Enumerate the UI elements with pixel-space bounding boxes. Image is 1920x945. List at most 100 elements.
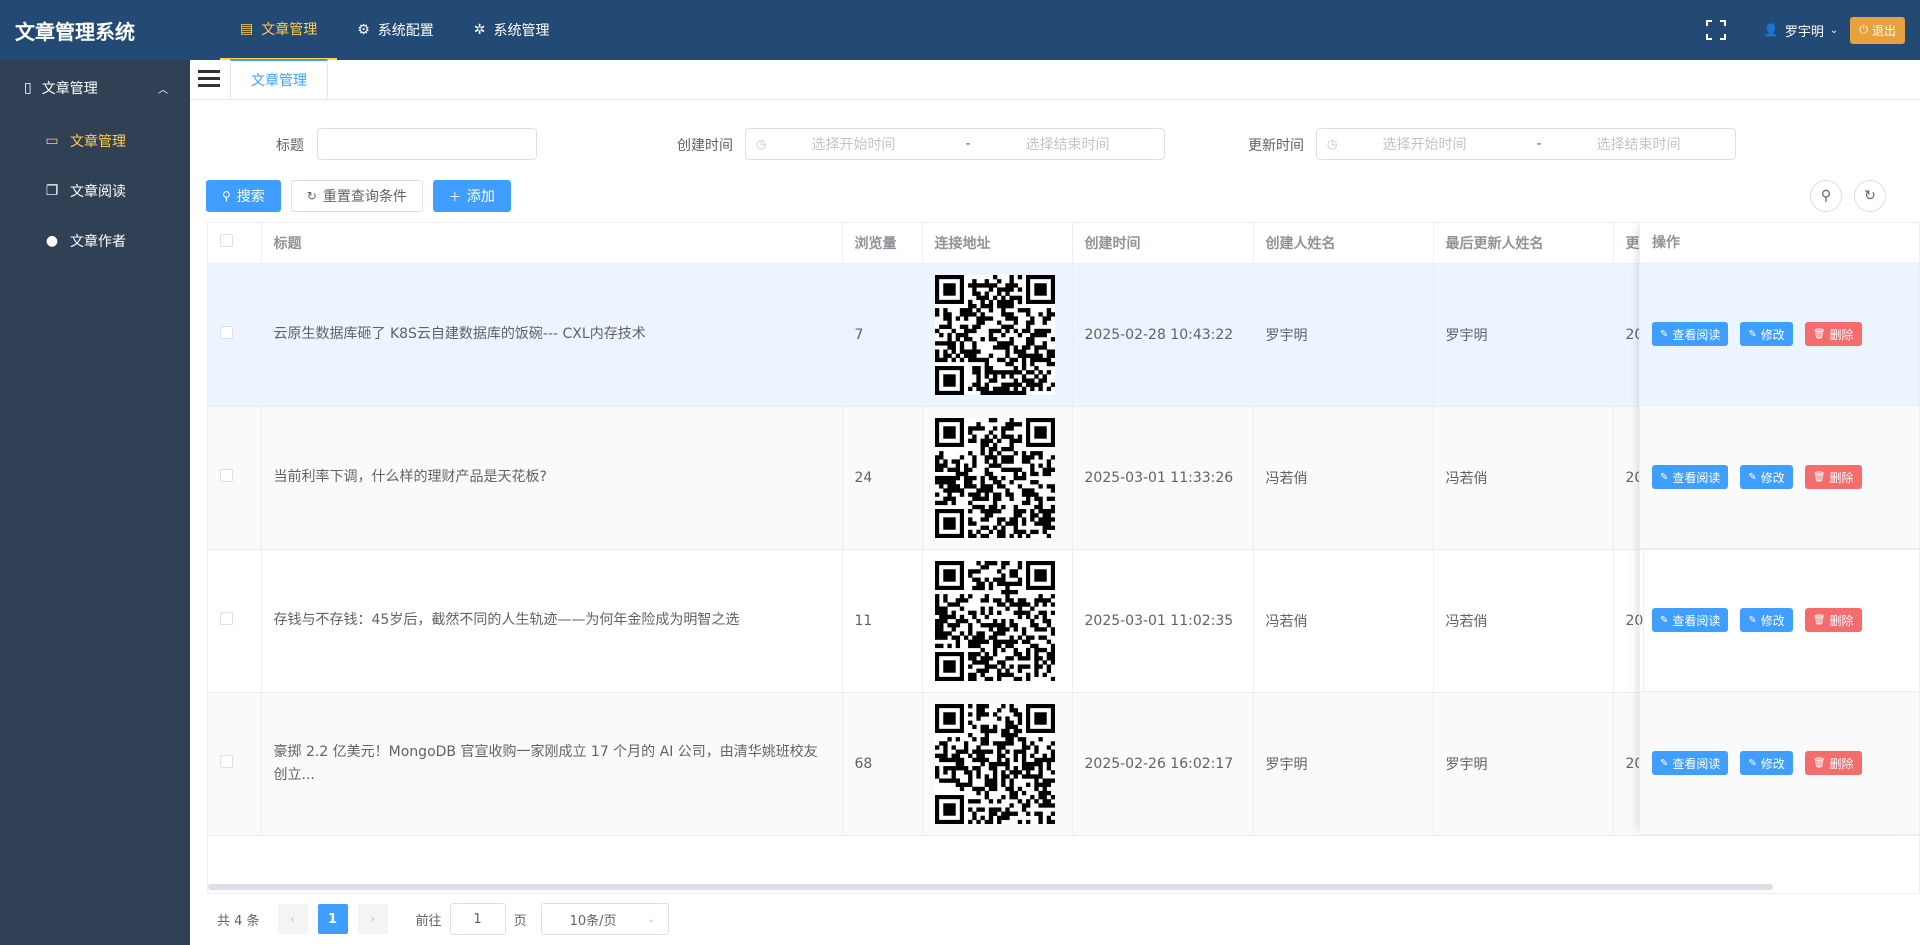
- actions-row: ✎ 查看阅读 ✎ 修改 🗑 删除: [1640, 406, 1919, 549]
- column-header-updater[interactable]: 最后更新人姓名: [1433, 223, 1614, 264]
- hamburger-icon[interactable]: [198, 70, 220, 90]
- book-icon: ❐: [45, 183, 59, 199]
- range-separator: -: [965, 136, 971, 152]
- view-reading-button[interactable]: ✎ 查看阅读: [1652, 465, 1729, 489]
- tab-article-management[interactable]: 文章管理: [230, 59, 328, 99]
- page-size-select[interactable]: 10条/页 ⌄: [540, 903, 669, 935]
- row-checkbox[interactable]: [220, 755, 233, 768]
- cell-created: 2025-02-26 16:02:17: [1072, 692, 1254, 836]
- edit-button[interactable]: ✎ 修改: [1740, 465, 1793, 489]
- delete-button[interactable]: 🗑 删除: [1804, 322, 1862, 346]
- row-checkbox[interactable]: [220, 469, 233, 482]
- search-form: 标题 创建时间 ◷ 选择开始时间 - 选择结束时间 更新时间 ◷ 选择开始时间 …: [190, 128, 1920, 160]
- sidebar-item-label: 文章管理: [70, 134, 126, 150]
- row-checkbox[interactable]: [220, 326, 233, 339]
- edit-icon: ✎: [1748, 757, 1757, 769]
- view-reading-button[interactable]: ✎ 查看阅读: [1652, 751, 1729, 775]
- add-button[interactable]: ＋ 添加: [432, 180, 511, 212]
- cell-views: 24: [842, 406, 923, 550]
- updated-end-placeholder: 选择结束时间: [1596, 137, 1681, 153]
- fullscreen-icon[interactable]: [1705, 20, 1726, 40]
- sidebar-item-article-management[interactable]: ▭ 文章管理: [0, 116, 190, 166]
- cell-created: 2025-03-01 11:33:26: [1072, 406, 1254, 550]
- edit-icon: ✎: [1660, 757, 1669, 769]
- view-reading-label: 查看阅读: [1672, 756, 1721, 771]
- search-button[interactable]: ⚲ 搜索: [206, 180, 281, 212]
- actions-row: ✎ 查看阅读 ✎ 修改 🗑 删除: [1640, 692, 1919, 835]
- column-header-created[interactable]: 创建时间: [1072, 223, 1254, 264]
- gear-icon: ⚙: [357, 22, 370, 38]
- cell-qr: [922, 549, 1073, 693]
- row-select-cell: [208, 692, 262, 836]
- delete-button[interactable]: 🗑 删除: [1804, 608, 1862, 632]
- column-header-creator[interactable]: 创建人姓名: [1253, 223, 1434, 264]
- edit-label: 修改: [1760, 327, 1785, 342]
- search-icon: ⚲: [222, 189, 231, 203]
- delete-button[interactable]: 🗑 删除: [1804, 465, 1862, 489]
- sidebar-group-article-management[interactable]: ▯ 文章管理 ︿: [0, 60, 190, 116]
- view-reading-button[interactable]: ✎ 查看阅读: [1652, 322, 1729, 346]
- row-select-cell: [208, 549, 262, 693]
- document-icon: ▯: [24, 80, 32, 96]
- clock-icon: ◷: [1327, 137, 1338, 151]
- view-reading-button[interactable]: ✎ 查看阅读: [1652, 608, 1729, 632]
- chevron-down-icon: ⌄: [1829, 24, 1839, 36]
- refresh-button[interactable]: ↻: [1854, 180, 1886, 212]
- operations-column: 操作 ✎ 查看阅读 ✎ 修改 🗑 删除 ✎ 查看阅读 ✎ 修改 🗑 删除 ✎ 查看阅读 ✎ 修改…: [1639, 223, 1919, 835]
- column-header-title[interactable]: 标题: [261, 223, 843, 264]
- logout-button[interactable]: ⏻ 退出: [1850, 16, 1905, 44]
- row-select-cell: [208, 406, 262, 550]
- sidebar-item-label: 文章阅读: [70, 184, 126, 200]
- horizontal-scrollbar[interactable]: [208, 884, 1773, 890]
- delete-label: 删除: [1829, 327, 1854, 342]
- created-start-placeholder: 选择开始时间: [811, 137, 896, 153]
- created-time-range[interactable]: ◷ 选择开始时间 - 选择结束时间: [745, 128, 1165, 160]
- cog-icon: ✲: [473, 22, 486, 38]
- pagination-total: 共 4 条: [217, 913, 260, 929]
- cell-qr: [922, 692, 1073, 836]
- message-icon: ▭: [45, 133, 59, 149]
- page-number-button[interactable]: 1: [317, 904, 348, 934]
- cell-views: 7: [842, 263, 923, 407]
- view-reading-label: 查看阅读: [1672, 327, 1721, 342]
- edit-button[interactable]: ✎ 修改: [1740, 322, 1793, 346]
- user-icon: ●: [45, 233, 59, 249]
- topnav-system-management[interactable]: ✲ 系统管理: [454, 0, 570, 60]
- search-button-label: 搜索: [236, 189, 265, 205]
- edit-button[interactable]: ✎ 修改: [1740, 751, 1793, 775]
- qr-code-image: [934, 417, 1055, 538]
- topnav-system-config[interactable]: ⚙ 系统配置: [337, 0, 454, 60]
- goto-page-input[interactable]: 1: [449, 903, 506, 935]
- top-navbar: 文章管理系统 ▤ 文章管理 ⚙ 系统配置 ✲ 系统管理 👤 罗宇明 ⌄ ⏻ 退出: [0, 0, 1920, 60]
- cell-created: 2025-03-01 11:02:35: [1072, 549, 1254, 693]
- topnav-article-management[interactable]: ▤ 文章管理: [220, 0, 338, 60]
- column-header-views[interactable]: 浏览量: [842, 223, 923, 264]
- cell-title: 云原生数据库砸了 K8S云自建数据库的饭碗--- CXL内存技术: [261, 263, 843, 407]
- user-dropdown[interactable]: 👤 罗宇明 ⌄: [1764, 21, 1838, 40]
- edit-icon: ✎: [1660, 328, 1669, 340]
- next-page-button[interactable]: ›: [357, 904, 388, 934]
- trash-icon: 🗑: [1812, 614, 1826, 626]
- edit-icon: ✎: [1748, 328, 1757, 340]
- toggle-search-button[interactable]: ⚲: [1810, 180, 1842, 212]
- title-input[interactable]: [317, 128, 537, 160]
- updated-time-range[interactable]: ◷ 选择开始时间 - 选择结束时间: [1316, 128, 1736, 160]
- sidebar-item-article-author[interactable]: ● 文章作者: [0, 216, 190, 266]
- sidebar: ▯ 文章管理 ︿ ▭ 文章管理 ❐ 文章阅读 ● 文章作者: [0, 60, 190, 945]
- column-header-link[interactable]: 连接地址: [922, 223, 1073, 264]
- sidebar-item-article-reading[interactable]: ❐ 文章阅读: [0, 166, 190, 216]
- prev-page-button[interactable]: ‹: [277, 904, 308, 934]
- created-end-placeholder: 选择结束时间: [1025, 137, 1110, 153]
- chevron-left-icon: ‹: [290, 912, 295, 926]
- cell-creator: 冯若俏: [1253, 406, 1434, 550]
- reset-button[interactable]: ↻ 重置查询条件: [290, 180, 423, 212]
- delete-button[interactable]: 🗑 删除: [1804, 751, 1862, 775]
- page-size-value: 10条/页: [569, 913, 617, 929]
- goto-prefix: 前往: [415, 913, 442, 929]
- cell-title: 豪掷 2.2 亿美元！MongoDB 官宣收购一家刚成立 17 个月的 AI 公…: [261, 692, 843, 836]
- edit-button[interactable]: ✎ 修改: [1740, 608, 1793, 632]
- pagination: 共 4 条 ‹ 1 › 前往 1 页 10条/页 ⌄: [217, 903, 669, 935]
- search-icon: ⚲: [1820, 188, 1832, 204]
- row-checkbox[interactable]: [220, 612, 233, 625]
- select-all-checkbox[interactable]: [220, 234, 233, 248]
